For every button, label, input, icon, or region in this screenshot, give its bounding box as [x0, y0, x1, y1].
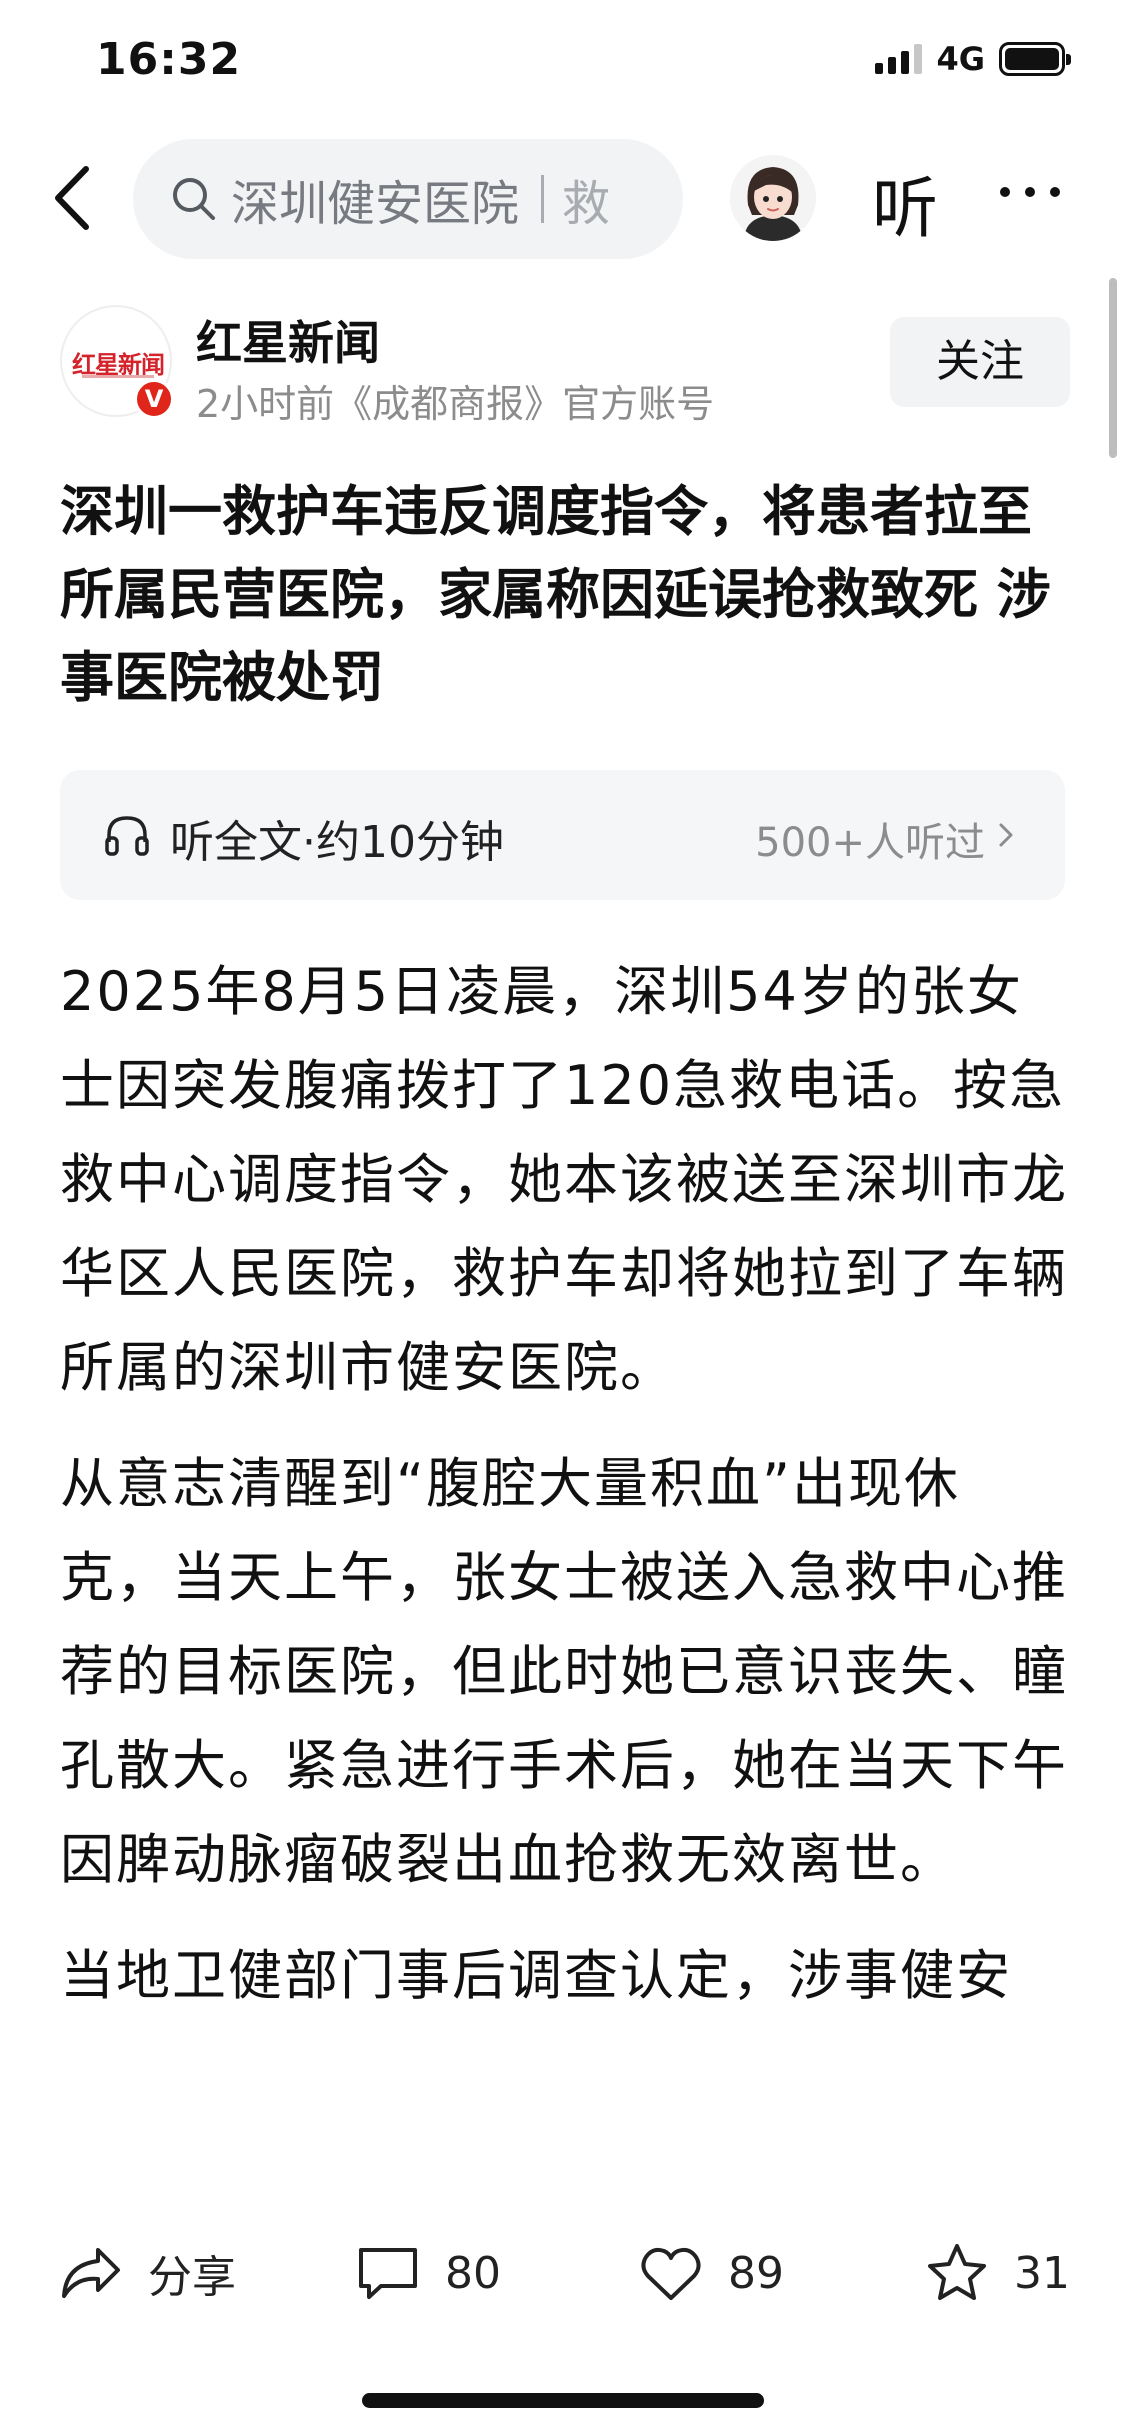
listen-count: 500+人听过: [755, 820, 985, 866]
search-query-more: 救: [562, 176, 611, 232]
signal-icon: [875, 44, 923, 74]
chevron-right-icon: [999, 823, 1013, 847]
search-divider: [541, 175, 545, 223]
scrollbar[interactable]: [1109, 278, 1117, 458]
status-indicators: 4G: [875, 40, 1071, 78]
article-title: 深圳一救护车违反调度指令，将患者拉至所属民营医院，家属称因延误抢救致死 涉事医院…: [60, 480, 1051, 709]
back-button[interactable]: [42, 163, 112, 233]
article-body: 2025年8月5日凌晨，深圳54岁的张女士因突发腹痛拨打了120急救电话。按急救…: [60, 945, 1070, 2055]
nav-bar: 深圳健安医院 救 听: [0, 135, 1125, 260]
avatar-icon: [730, 155, 816, 241]
article-paragraph: 当地卫健部门事后调查认定，涉事健安: [60, 1944, 1012, 2007]
more-icon[interactable]: [1000, 187, 1060, 197]
user-avatar[interactable]: [730, 155, 816, 241]
author-row: 红星新闻 V 红星新闻 2小时前《成都商报》官方账号 关注: [60, 305, 1070, 426]
chevron-left-icon: [55, 166, 89, 230]
bottom-action-bar: 分享 80 89 31: [0, 2230, 1125, 2340]
share-button[interactable]: 分享: [58, 2240, 236, 2306]
network-type: 4G: [936, 40, 985, 78]
listen-full-text-card[interactable]: 听全文·约10分钟 500+人听过: [60, 770, 1065, 900]
heart-icon: [641, 2247, 701, 2300]
star-icon: [928, 2244, 986, 2300]
listen-button[interactable]: 听: [872, 155, 938, 251]
author-meta: 2小时前《成都商报》官方账号: [196, 382, 715, 426]
verified-badge-icon: V: [134, 379, 174, 419]
listen-full-text-label: 听全文·约10分钟: [170, 817, 504, 868]
article-page: 16:32 4G 深圳健安医院 救 听 红星新闻 V 红星新闻 2小时前《成都商…: [0, 0, 1125, 2436]
share-label: 分享: [148, 2252, 236, 2303]
battery-icon: [999, 42, 1071, 76]
share-icon: [62, 2248, 120, 2298]
status-time: 16:32: [96, 34, 242, 85]
author-logo-underline: [82, 375, 154, 378]
search-input[interactable]: 深圳健安医院 救: [133, 139, 683, 259]
comment-icon: [359, 2248, 417, 2299]
home-indicator[interactable]: [362, 2393, 764, 2408]
headphones-icon: [105, 816, 149, 856]
favorite-button[interactable]: 31: [924, 2240, 1070, 2306]
favorite-count: 31: [1014, 2247, 1070, 2299]
like-count: 89: [728, 2247, 784, 2299]
search-query: 深圳健安医院: [231, 176, 520, 232]
follow-button[interactable]: 关注: [890, 317, 1070, 407]
like-button[interactable]: 89: [638, 2240, 784, 2306]
author-name[interactable]: 红星新闻: [196, 307, 380, 373]
article-paragraph: 2025年8月5日凌晨，深圳54岁的张女士因突发腹痛拨打了120急救电话。按急救…: [60, 960, 1068, 1399]
article-paragraph: 从意志清醒到“腹腔大量积血”出现休克，当天上午，张女士被送入急救中心推荐的目标医…: [60, 1452, 1068, 1891]
comment-button[interactable]: 80: [355, 2240, 501, 2306]
status-bar: 16:32 4G: [0, 0, 1125, 125]
search-icon: [173, 178, 215, 220]
comment-count: 80: [445, 2247, 501, 2299]
